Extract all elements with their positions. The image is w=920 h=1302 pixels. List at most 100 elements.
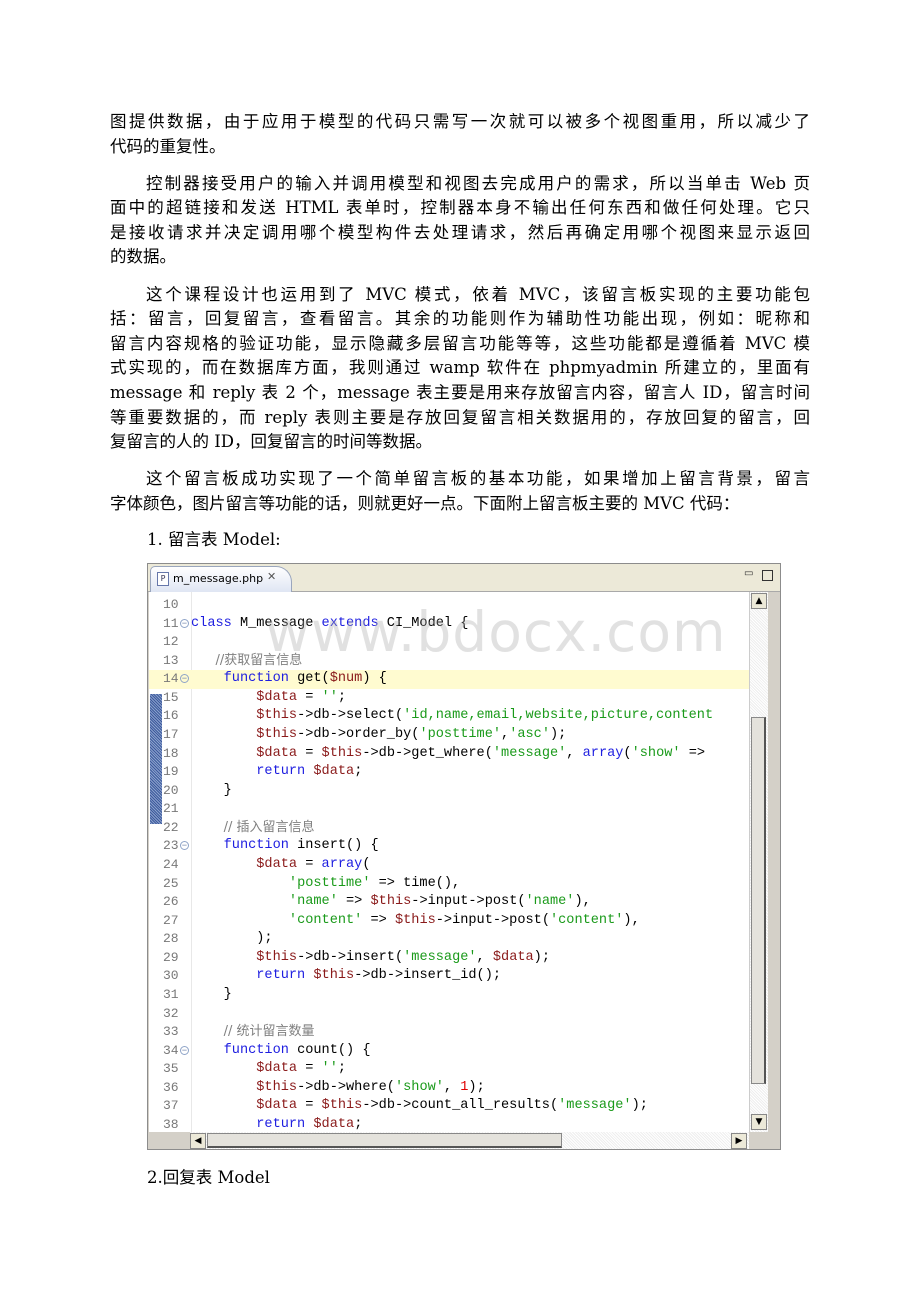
code-text: $this->db->where('show', 1); [191, 1079, 485, 1098]
code-token: $data [492, 949, 534, 965]
code-token: ( [623, 745, 632, 761]
text-line: 是接收请求并决定调用哪个模型构件去处理请求，然后再确定用哪个视图来显示返回 [110, 222, 810, 242]
maximize-icon[interactable] [762, 570, 773, 581]
code-token: function [223, 838, 289, 854]
text-line: 等重要数据的，而 reply 表则主要是存放回复留言相关数据用的，存放回复的留言… [110, 407, 810, 427]
scroll-right-icon[interactable]: ▶ [731, 1133, 747, 1149]
code-token: 'name' [525, 894, 575, 910]
code-token: $this [394, 912, 436, 928]
horizontal-scrollbar[interactable]: ◀ ▶ [190, 1132, 749, 1149]
code-token: ; [337, 1061, 347, 1077]
code-line: 22 // 插入留言信息 [149, 819, 749, 838]
code-token: $num [329, 671, 363, 687]
horizontal-scroll-thumb[interactable] [207, 1133, 562, 1148]
code-token: = [297, 689, 322, 705]
vertical-scroll-thumb[interactable] [751, 717, 766, 1084]
code-line: 12 [149, 633, 749, 652]
code-line: 31 } [149, 986, 749, 1005]
code-line: 36 $this->db->where('show', 1); [149, 1079, 749, 1098]
line-number: 26 [163, 894, 179, 910]
code-token: ); [549, 726, 567, 742]
code-token: ; [354, 764, 363, 780]
code-token: ; [354, 1116, 363, 1132]
code-line: 11− class M_message extends CI_Model { [149, 615, 749, 634]
code-text: return $data; [191, 1116, 362, 1132]
code-text: ); [191, 930, 273, 949]
section-heading-message-model: 1. 留言表 Model: [147, 530, 281, 549]
code-text: // 插入留言信息 [191, 819, 315, 839]
code-token: => [337, 894, 371, 910]
code-token: $data [256, 1098, 298, 1114]
line-number: 25 [163, 875, 179, 891]
code-area[interactable]: 10 11− class M_message extends CI_Model {1… [149, 592, 749, 1132]
text-line: 图提供数据，由于应用于模型的代码只需写一次就可以被多个视图重用，所以减少了 [110, 112, 810, 131]
line-number: 24 [163, 856, 179, 872]
text-line: 代码的重复性。 [110, 136, 226, 156]
editor-tab[interactable]: P m_message.php ✕ [150, 566, 292, 592]
code-token: 'show' [394, 1079, 444, 1095]
minimize-icon[interactable]: ▭ [744, 569, 754, 579]
fold-toggle-icon[interactable]: − [180, 1045, 189, 1055]
code-text: $data = $this->db->count_all_results('me… [191, 1097, 648, 1116]
text-line: 留言内容规格的验证功能，显示隐藏多层留言功能等等，这些功能都是遵循着 MVC 模 [110, 333, 810, 353]
line-number: 33 [163, 1024, 179, 1040]
code-line: 27 'content' => $this->input->post('cont… [149, 912, 749, 931]
scroll-up-icon[interactable]: ▲ [751, 593, 767, 609]
text-line: 面中的超链接和发送 HTML 表单时，控制器本身不输出任何东西和做任何处理。它只 [110, 198, 810, 218]
line-number: 19 [163, 764, 179, 780]
code-line: 29 $this->db->insert('message', $data); [149, 949, 749, 968]
line-number: 18 [163, 745, 179, 761]
code-token: } [191, 986, 232, 1002]
code-token: = [297, 745, 322, 761]
code-token: , [443, 1079, 461, 1095]
code-token: insert() { [288, 838, 379, 854]
code-token: ( [362, 856, 371, 872]
code-token: count() { [288, 1042, 371, 1058]
code-token: = [297, 1061, 322, 1077]
code-token: array [582, 745, 624, 761]
code-token: 'id,name,email,website,picture,content [403, 708, 714, 724]
fold-toggle-icon[interactable]: − [180, 841, 189, 851]
code-line: 25 'posttime' => time(), [149, 875, 749, 894]
code-token: $data [313, 1116, 355, 1132]
code-token: ); [468, 1079, 485, 1095]
code-line: 32 [149, 1005, 749, 1024]
code-token: ), [623, 912, 640, 928]
fold-toggle-icon[interactable]: − [180, 674, 189, 684]
code-line: 33 // 统计留言数量 [149, 1023, 749, 1042]
code-line: 37 $data = $this->db->count_all_results(… [149, 1097, 749, 1116]
code-token: => [362, 912, 395, 928]
code-token: M_message [231, 615, 322, 631]
close-tab-icon[interactable]: ✕ [267, 570, 276, 583]
code-token: } [191, 782, 232, 798]
code-line: 30 return $this->db->insert_id(); [149, 967, 749, 986]
text-line: 字体颜色，图片留言等功能的话，则就更好一点。下面附上留言板主要的 MVC 代码： [110, 493, 740, 513]
code-token: 'message' [403, 949, 477, 965]
code-token: => time(), [370, 875, 461, 891]
line-number: 38 [163, 1116, 179, 1132]
code-line: 28 ); [149, 930, 749, 949]
code-token: $data [256, 745, 298, 761]
code-line: 23− function insert() { [149, 837, 749, 856]
line-number: 27 [163, 912, 179, 928]
code-token: ); [191, 931, 273, 947]
code-token: , [501, 726, 510, 742]
text-line: 这个课程设计也运用到了 MVC 模式，依着 MVC，该留言板实现的主要功能包 [146, 284, 810, 304]
scroll-left-icon[interactable]: ◀ [190, 1133, 206, 1149]
code-line: 21 [149, 800, 749, 819]
code-text: $data = ''; [191, 689, 346, 708]
code-token: return [256, 1116, 306, 1132]
code-token: class [191, 615, 232, 631]
code-token: $this [321, 745, 363, 761]
vertical-scrollbar[interactable]: ▲ ▼ [749, 592, 768, 1132]
fold-toggle-icon[interactable]: − [180, 618, 189, 628]
code-line: 14− function get($num) { [149, 670, 749, 689]
code-token: array [321, 856, 363, 872]
scroll-down-icon[interactable]: ▼ [751, 1114, 767, 1130]
code-line: 20 } [149, 782, 749, 801]
code-text: $data = $this->db->get_where('message', … [191, 745, 705, 764]
